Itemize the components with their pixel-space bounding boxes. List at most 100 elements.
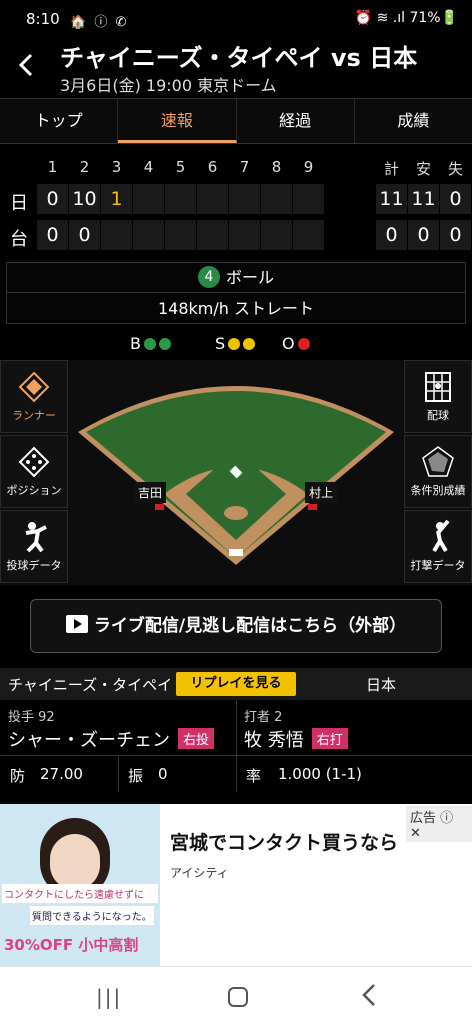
inning-score [293,184,324,214]
ball-count: B [130,334,171,353]
inning-header: 3 [111,158,122,176]
inning-score [261,220,292,250]
out-count: O [282,334,310,353]
ad-headline: 宮城でコンタクト買うなら [170,832,399,854]
total-score: 0 [376,220,407,250]
inning-score: 10 [69,184,100,214]
divider [236,756,237,792]
inning-score [293,220,324,250]
play-icon [65,615,88,633]
runner-label-third: 村上 [305,482,338,503]
ball-dot [158,338,171,350]
game-subtitle: 3月6日(金) 19:00 東京ドーム [60,76,277,95]
inning-score [165,220,196,250]
inning-score [101,220,132,250]
strike-dot [243,338,256,350]
pitching-data-button[interactable]: 投球データ [0,510,68,583]
ball-dot [143,338,156,350]
tab-top[interactable]: トップ [0,99,119,143]
tab-bar: トップ 速報 経過 成績 [0,98,472,144]
pitcher-label: 投手 92 [8,710,55,725]
total-score: 0 [440,184,471,214]
batter-icon [405,519,471,555]
ad-close-icon[interactable]: ✕ [410,826,421,841]
total-score: 0 [408,220,439,250]
inning-header: 8 [271,158,282,176]
ad-banner[interactable]: コンタクトにしたら遠慮せずに 質問できるようになった。 30%OFF 小中高割 … [0,804,472,966]
inning-header: 7 [239,158,250,176]
live-stream-button[interactable]: ライブ配信/見逃し配信はこちら（外部） [30,599,442,653]
away-team-name: チャイニーズ・タイペイ [8,676,173,694]
scoreboard: 1 2 3 4 5 6 7 8 9 計 安 失 日 0 10 1 11 11 0… [0,144,472,260]
pitching-data-label: 投球データ [6,559,62,572]
inning-score: 0 [37,184,68,214]
pitch-chart-button[interactable]: 配球 [404,360,472,433]
inning-header: 6 [207,158,218,176]
conditional-stats-label: 条件別成績 [410,484,466,497]
strike-label: S [215,334,226,353]
recent-apps-icon[interactable]: ||| [96,985,122,1009]
batter-hand-tag: 右打 [311,728,348,749]
pitch-result: ボール [225,268,274,287]
home-icon[interactable] [228,987,248,1007]
game-title: チャイニーズ・タイペイ vs 日本 [60,44,418,72]
inning-header: 4 [143,158,154,176]
ad-label-text: 広告 [410,811,437,826]
total-score: 11 [376,184,407,214]
baseball-field [78,386,394,565]
inning-score [229,184,260,214]
team-abbr: 台 [10,229,28,250]
position-button[interactable]: ポジション [0,435,68,508]
conditional-stats-button[interactable]: 条件別成績 [404,435,472,508]
era-label: 防 [10,767,26,785]
field-panel: 吉田 村上 ランナー ポジション 投球データ 配球 条件別成績 打撃データ [0,360,472,585]
tab-stats[interactable]: 成績 [355,99,472,143]
pitch-count-row: 4 ボール [7,263,465,293]
avg-value: 1.000 (1-1) [278,765,362,783]
system-icons: ⏰ ≋ .ıl 71%🔋 [354,10,458,26]
runner-label-first: 吉田 [134,482,167,503]
total-score: 0 [440,220,471,250]
pitch-chart-label: 配球 [427,409,449,422]
out-label: O [282,334,295,353]
ad-info-icon: ⓘ [440,811,454,826]
runner-button-label: ランナー [12,409,56,422]
inning-score: 0 [69,220,100,250]
pitcher-name-row[interactable]: シャー・ズーチェン 右投 [8,726,215,752]
ad-image: コンタクトにしたら遠慮せずに 質問できるようになった。 30%OFF 小中高割 [0,804,160,966]
player-stats-row: 防 27.00 振 0 率 1.000 (1-1) [0,756,472,792]
inning-score [133,220,164,250]
strikeout-value: 0 [158,765,168,783]
tab-live[interactable]: 速報 [118,99,237,143]
pitcher-icon [1,519,67,555]
inning-header: 2 [79,158,90,176]
avg-label: 率 [246,767,262,785]
strike-dot [228,338,241,350]
home-team-name: 日本 [366,676,397,694]
pitch-grid-icon [405,369,471,405]
system-nav-bar: ||| [0,966,472,1024]
inning-score: 0 [37,220,68,250]
runner-button[interactable]: ランナー [0,360,68,433]
divider [236,700,237,756]
header: チャイニーズ・タイペイ vs 日本 3月6日(金) 19:00 東京ドーム [0,34,472,98]
batter-name-row[interactable]: 牧 秀悟 右打 [244,726,348,752]
inning-score [229,220,260,250]
back-arrow-icon[interactable] [14,52,40,78]
tab-progress[interactable]: 経過 [237,99,355,143]
batting-data-label: 打撃データ [410,559,466,572]
back-icon[interactable] [360,981,380,1013]
live-stream-label: ライブ配信/見逃し配信はこちら（外部） [93,616,407,636]
ad-label[interactable]: 広告 ⓘ ✕ [406,806,472,842]
pitcher-name: シャー・ズーチェン [8,730,170,751]
pitch-speed-type: 148km/h ストレート [157,299,314,318]
ad-image-text2: 質問できるようになった。 [30,906,154,925]
total-score: 11 [408,184,439,214]
inning-score [261,184,292,214]
era-value: 27.00 [40,765,83,783]
out-dot [297,338,310,350]
inning-header: 1 [47,158,58,176]
batting-data-button[interactable]: 打撃データ [404,510,472,583]
replay-button[interactable]: リプレイを見る [176,672,296,696]
position-button-label: ポジション [6,484,62,497]
